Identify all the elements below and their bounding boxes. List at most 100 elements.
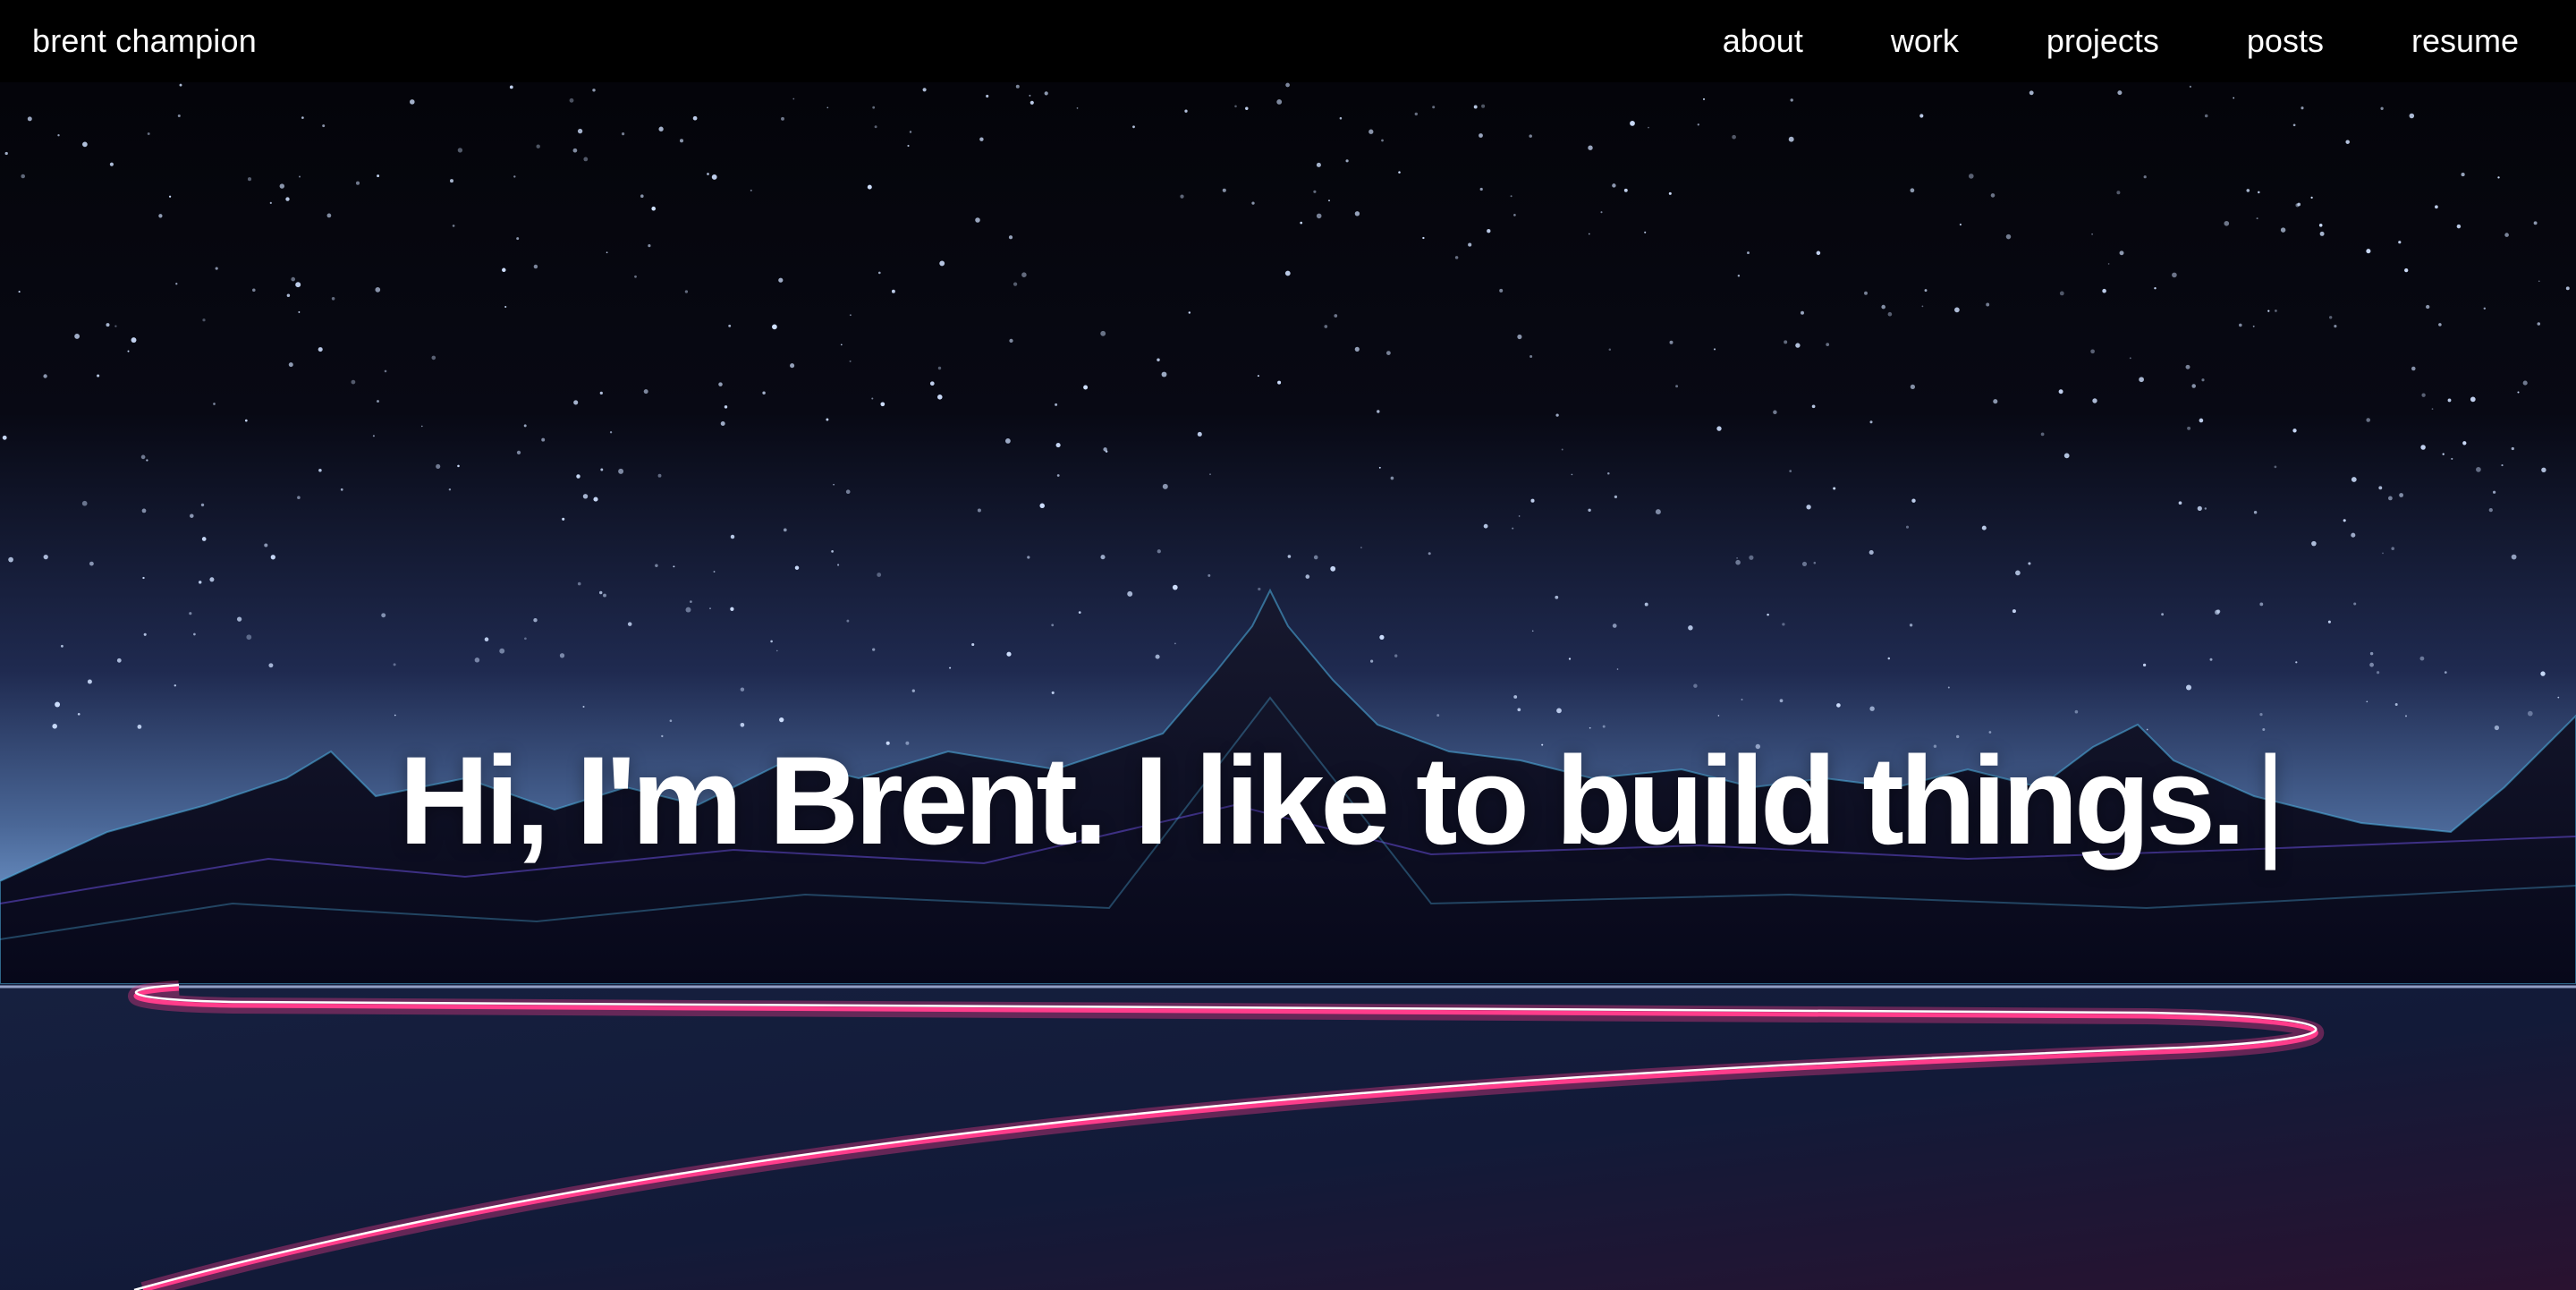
star [82, 141, 88, 148]
star [1029, 94, 1031, 97]
nav-link-posts[interactable]: posts [2247, 22, 2324, 59]
star [200, 503, 205, 507]
star [684, 290, 689, 293]
star [298, 310, 301, 313]
star [1905, 525, 1910, 529]
star [114, 325, 117, 327]
star [582, 706, 585, 708]
star [1693, 683, 1698, 688]
star [2310, 196, 2313, 199]
star [141, 508, 147, 513]
star [8, 556, 13, 563]
star [2311, 540, 2317, 547]
star [640, 194, 644, 198]
star [27, 116, 32, 122]
star [87, 679, 92, 684]
nav-link-resume[interactable]: resume [2411, 22, 2519, 59]
star [533, 264, 538, 269]
star [43, 374, 47, 378]
star [778, 277, 784, 283]
star [2517, 391, 2520, 394]
nav-link-work[interactable]: work [1891, 22, 1959, 59]
star [269, 201, 272, 205]
star [651, 206, 657, 211]
star [474, 658, 480, 663]
star [420, 425, 423, 428]
star [1377, 410, 1380, 413]
star [372, 435, 375, 437]
star [1630, 121, 1635, 126]
star [1767, 613, 1769, 616]
star [2, 435, 7, 440]
star [326, 213, 332, 218]
star [168, 195, 172, 198]
nav-link-projects[interactable]: projects [2046, 22, 2159, 59]
star [2292, 123, 2296, 127]
star [1921, 305, 1924, 308]
typing-cursor: | [2254, 730, 2287, 870]
star [2107, 263, 2110, 265]
star [845, 489, 851, 495]
star [2154, 286, 2157, 290]
star [193, 632, 196, 636]
star [762, 391, 766, 395]
star [1276, 98, 1283, 105]
star [713, 571, 716, 573]
star [1324, 325, 1328, 328]
star [1004, 437, 1011, 444]
star [236, 616, 242, 622]
star [1258, 587, 1261, 591]
star [484, 637, 489, 641]
star [909, 131, 912, 133]
star [1386, 351, 1391, 355]
star [1588, 508, 1591, 512]
star [1390, 476, 1394, 480]
star [509, 85, 513, 89]
star [880, 402, 886, 407]
star [1697, 123, 1699, 126]
star [213, 403, 216, 405]
star [2143, 175, 2147, 179]
star [355, 181, 360, 185]
star [1833, 487, 1836, 490]
nav-item-work: work [1891, 20, 1959, 63]
star [2462, 441, 2467, 446]
brand-link[interactable]: brent champion [32, 20, 257, 63]
star [685, 607, 691, 613]
star [1530, 354, 1533, 359]
star [794, 565, 800, 570]
star [1162, 483, 1168, 489]
star [779, 717, 784, 723]
star [1669, 340, 1674, 344]
star [867, 184, 872, 190]
nav-link-about[interactable]: about [1723, 22, 1803, 59]
star [246, 634, 252, 641]
star [1588, 145, 1593, 150]
star [2421, 393, 2426, 397]
star [1039, 503, 1045, 509]
star [2411, 366, 2416, 371]
star [2185, 364, 2190, 369]
star [81, 500, 88, 506]
star [1161, 371, 1167, 378]
star [1105, 450, 1108, 453]
star [190, 513, 194, 518]
star [2351, 532, 2356, 538]
star [593, 496, 598, 502]
star [318, 347, 323, 352]
star [2102, 288, 2106, 293]
star [2253, 510, 2258, 514]
star [1222, 188, 1226, 192]
star [1234, 105, 1237, 108]
star [2161, 613, 2165, 616]
star [1100, 555, 1106, 560]
star [2129, 357, 2131, 360]
star [2258, 191, 2260, 194]
star [643, 389, 648, 395]
star [2116, 191, 2121, 195]
star [2186, 684, 2191, 691]
star [740, 687, 745, 692]
star [2201, 378, 2205, 382]
star [1816, 250, 1821, 256]
star [1713, 348, 1716, 351]
